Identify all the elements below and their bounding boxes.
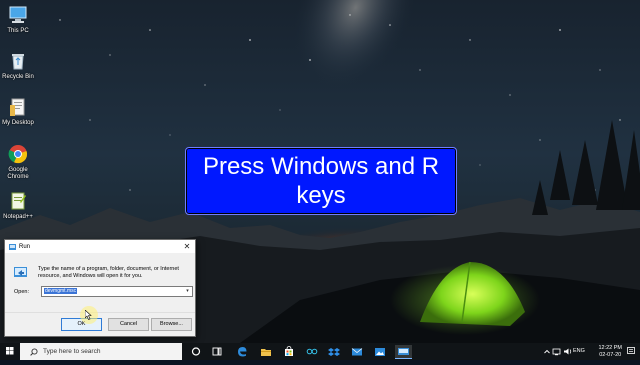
taskbar: Type here to search ENG 12:22 PM 02-07-2…	[0, 343, 640, 360]
open-field-value[interactable]: devmgmt.msc	[44, 288, 78, 294]
windows-logo-icon	[6, 347, 14, 355]
computer-icon	[9, 6, 27, 23]
desktop-icon-google-chrome[interactable]: Google Chrome	[0, 143, 36, 181]
run-dialog: Run ✕ Type the name of a program, folder…	[4, 239, 196, 337]
mail-button[interactable]	[350, 345, 364, 358]
run-dialog-body: Type the name of a program, folder, docu…	[5, 253, 195, 336]
desktop-icon-notepad-plus-plus[interactable]: Notepad++	[0, 190, 36, 221]
desktop-icon-my-desktop[interactable]: My Desktop	[0, 96, 36, 127]
dropbox-icon	[328, 348, 340, 356]
notepad-plus-plus-icon	[11, 192, 26, 210]
run-dialog-title: Run	[19, 243, 31, 250]
speaker-icon	[564, 348, 572, 355]
clock-time: 12:22 PM	[598, 345, 622, 351]
task-view-icon	[212, 347, 222, 356]
desktop-icon-label: Recycle Bin	[2, 74, 34, 80]
desktop-icon-label: Notepad++	[3, 214, 33, 220]
close-button[interactable]: ✕	[181, 241, 193, 252]
language-indicator[interactable]: ENG	[573, 343, 585, 360]
run-program-icon	[14, 267, 27, 277]
action-center-icon[interactable]	[627, 347, 635, 355]
file-explorer-button[interactable]	[259, 345, 273, 358]
desktop-icon-this-pc[interactable]: This PC	[0, 4, 36, 35]
edge-button[interactable]	[235, 345, 249, 358]
taskbar-clock[interactable]: 12:22 PM 02-07-20	[598, 345, 622, 358]
photos-icon	[375, 348, 385, 356]
start-button[interactable]	[0, 343, 20, 360]
chevron-down-icon[interactable]: ▾	[184, 287, 191, 296]
people-button[interactable]	[305, 345, 319, 358]
desktop-icon-label-text: Google Chrome	[7, 167, 29, 180]
open-combobox[interactable]: devmgmt.msc ▾	[41, 286, 193, 297]
search-placeholder: Type here to search	[43, 348, 101, 355]
run-dialog-description: Type the name of a program, folder, docu…	[38, 266, 179, 279]
pointer-icon	[85, 310, 92, 320]
desktop-icon-label: This PC	[7, 28, 29, 34]
run-taskbar-button[interactable]	[395, 345, 412, 359]
close-icon: ✕	[183, 242, 191, 251]
clock-date: 02-07-20	[599, 351, 622, 358]
instruction-caption: Press Windows and R keys	[185, 147, 457, 215]
network-icon	[552, 348, 561, 356]
search-icon	[30, 347, 38, 356]
cancel-button[interactable]: Cancel	[108, 318, 149, 331]
run-icon	[9, 243, 16, 250]
store-button[interactable]	[282, 345, 296, 358]
people-icon	[306, 348, 318, 355]
run-icon	[398, 348, 409, 355]
run-dialog-footer: OK Cancel Browse...	[5, 306, 195, 336]
store-icon	[285, 346, 293, 356]
task-view-button[interactable]	[210, 345, 224, 358]
browse-button[interactable]: Browse...	[151, 318, 192, 331]
open-label: Open:	[14, 289, 29, 295]
mouse-cursor-highlight	[80, 306, 98, 324]
desktop-icon-label: My Desktop	[2, 120, 34, 126]
desktop-icon-recycle-bin[interactable]: Recycle Bin	[0, 50, 36, 81]
photos-button[interactable]	[373, 345, 387, 358]
show-hidden-icons-button[interactable]	[543, 343, 551, 360]
desktop-icon-label: Google Chrome	[0, 167, 36, 181]
chevron-up-icon	[544, 349, 550, 354]
edge-icon	[238, 347, 247, 357]
cortana-icon	[191, 347, 201, 356]
instruction-caption-text: Press Windows and R keys	[202, 153, 440, 209]
recycle-bin-icon	[12, 54, 24, 70]
mail-icon	[351, 348, 363, 356]
network-button[interactable]	[552, 343, 562, 360]
file-explorer-icon	[261, 349, 271, 356]
folder-icon	[10, 98, 25, 116]
run-dialog-titlebar[interactable]: Run ✕	[5, 240, 195, 253]
dropbox-button[interactable]	[327, 345, 341, 358]
volume-button[interactable]	[563, 343, 573, 360]
taskbar-search-box[interactable]: Type here to search	[20, 343, 182, 360]
cortana-button[interactable]	[189, 345, 203, 358]
chrome-icon	[8, 145, 28, 164]
